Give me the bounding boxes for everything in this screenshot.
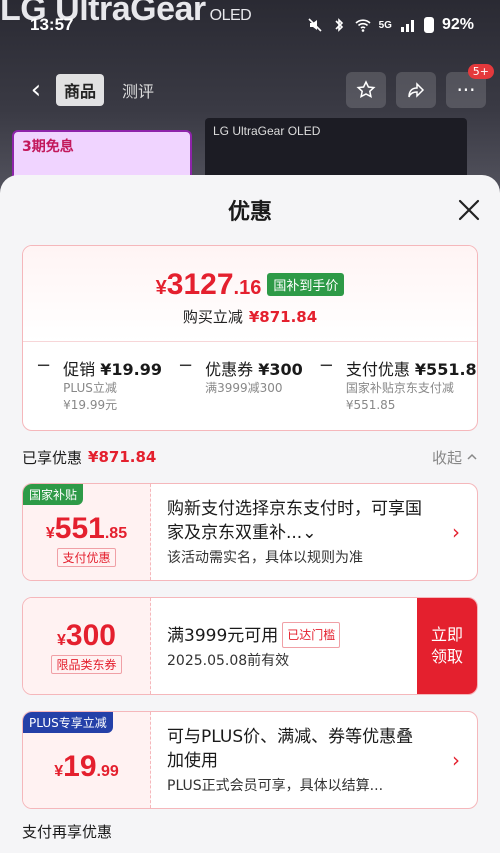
- section-title: 支付再享优惠: [22, 823, 113, 841]
- price-summary: ¥3127.16 国补到手价 购买立减¥871.84 ) − 促销 ¥19.99…: [22, 245, 478, 431]
- battery-icon: [423, 17, 434, 33]
- sheet-title: 优惠: [227, 200, 272, 225]
- operator: −: [177, 355, 194, 376]
- discount-breakdown: ) − 促销 ¥19.99 PLUS立减 ¥19.99元 − 优惠券 ¥300 …: [23, 342, 477, 414]
- breakdown-item-coupon: 优惠券 ¥300 满3999减300: [205, 360, 303, 395]
- operator: ): [23, 356, 24, 376]
- card-amount-block: 国家补贴 ¥551.85 支付优惠: [23, 484, 151, 580]
- status-icons: 5G 92%: [307, 16, 474, 34]
- notification-badge: 5+: [467, 64, 494, 79]
- card-body: 购新支付选择京东支付时，可享国家及京东双重补...⌄ 该活动需实名，具体以规则为…: [151, 484, 435, 580]
- share-button[interactable]: [396, 72, 436, 108]
- total-reduction: 购买立减 ¥871.84: [182, 308, 318, 326]
- tab-review[interactable]: 测评: [114, 74, 162, 106]
- threshold-badge: 已达门槛: [282, 622, 341, 648]
- card-body: 可与PLUS价、满减、券等优惠叠加使用 PLUS正式会员可享，具体以结算...: [151, 712, 435, 808]
- card-amount: ¥300: [57, 618, 116, 652]
- card-description: 购新支付选择京东支付时，可享国家及京东双重补...⌄: [167, 499, 422, 543]
- card-kind: 支付优惠: [57, 547, 116, 567]
- collapse-button[interactable]: 收起: [432, 447, 478, 468]
- chevron-right-icon[interactable]: ›: [435, 484, 477, 580]
- card-amount-block: PLUS专享立减 ¥19.99: [23, 712, 151, 808]
- signal-icon: [400, 20, 414, 32]
- battery-level: 92%: [441, 16, 474, 33]
- claim-coupon-button[interactable]: 立即领取: [417, 598, 477, 694]
- gov-subsidy-card[interactable]: 国家补贴 ¥551.85 支付优惠 购新支付选择京东支付时，可享国家及京东双重补…: [22, 483, 478, 581]
- sheet-header: 优惠: [0, 175, 500, 245]
- card-note: 该活动需实名，具体以规则为准: [167, 550, 363, 566]
- chevron-right-icon[interactable]: ›: [435, 712, 477, 808]
- card-amount: ¥19.99: [54, 750, 119, 783]
- card-tag: PLUS专享立减: [23, 712, 113, 733]
- plus-discount-card[interactable]: PLUS专享立减 ¥19.99 可与PLUS价、满减、券等优惠叠加使用 PLUS…: [22, 711, 478, 809]
- nav-tabs: 商品 测评: [56, 74, 162, 106]
- card-amount: ¥551.85: [45, 511, 128, 545]
- wifi-icon: [355, 19, 371, 32]
- chevron-left-icon: ‹: [30, 75, 42, 105]
- status-bar: 13:57 5G 92%: [0, 0, 500, 50]
- gov-subsidy-badge: 国补到手价: [267, 273, 345, 296]
- chevron-up-icon: [467, 453, 477, 460]
- share-icon: [408, 82, 425, 98]
- card-tag: 国家补贴: [23, 484, 84, 505]
- back-button[interactable]: ‹: [16, 70, 56, 110]
- mute-icon: [308, 18, 322, 32]
- final-price-block: ¥3127.16 国补到手价 购买立减 ¥871.84: [23, 246, 477, 342]
- card-expiry: 2025.05.08前有效: [167, 653, 290, 669]
- enjoyed-discount-row: 已享优惠 ¥871.84 收起: [22, 445, 478, 469]
- star-icon: [356, 80, 376, 99]
- card-description: 满3999元可用 已达门槛: [167, 622, 405, 648]
- operator: −: [36, 355, 52, 376]
- discount-sheet: 优惠 ¥3127.16 国补到手价 购买立减¥871.84 ) − 促销 ¥19…: [0, 175, 500, 853]
- tab-product[interactable]: 商品: [56, 74, 105, 106]
- coupon-card: ¥300 限品类东券 满3999元可用 已达门槛 2025.05.08前有效 立即…: [22, 597, 478, 695]
- final-price: ¥3127.16: [155, 268, 262, 301]
- card-body: 满3999元可用 已达门槛 2025.05.08前有效: [151, 598, 417, 694]
- card-amount-block: ¥300 限品类东券: [23, 598, 151, 694]
- more-button[interactable]: ··· 5+: [446, 64, 494, 108]
- card-note: PLUS正式会员可享，具体以结算...: [167, 778, 384, 794]
- network-label: 5G: [378, 19, 392, 31]
- card-kind: 限品类东券: [51, 654, 122, 674]
- more-icon: ···: [456, 78, 476, 102]
- card-description: 可与PLUS价、满减、券等优惠叠加使用: [167, 727, 414, 771]
- breakdown-item-payment: 支付优惠 ¥551.85 国家补贴京东支付减 ¥551.85: [345, 360, 477, 412]
- product-navbar: ‹ 商品 测评 ··· 5+: [16, 64, 494, 110]
- breakdown-item-promo: 促销 ¥19.99 PLUS立减 ¥19.99元: [63, 360, 162, 412]
- operator: −: [318, 355, 334, 376]
- close-icon[interactable]: [454, 195, 484, 225]
- nav-actions: ··· 5+: [346, 64, 494, 108]
- favorite-button[interactable]: [346, 72, 386, 108]
- status-time: 13:57: [30, 15, 74, 34]
- bluetooth-icon: [335, 18, 343, 32]
- enjoyed-value: ¥871.84: [88, 448, 157, 466]
